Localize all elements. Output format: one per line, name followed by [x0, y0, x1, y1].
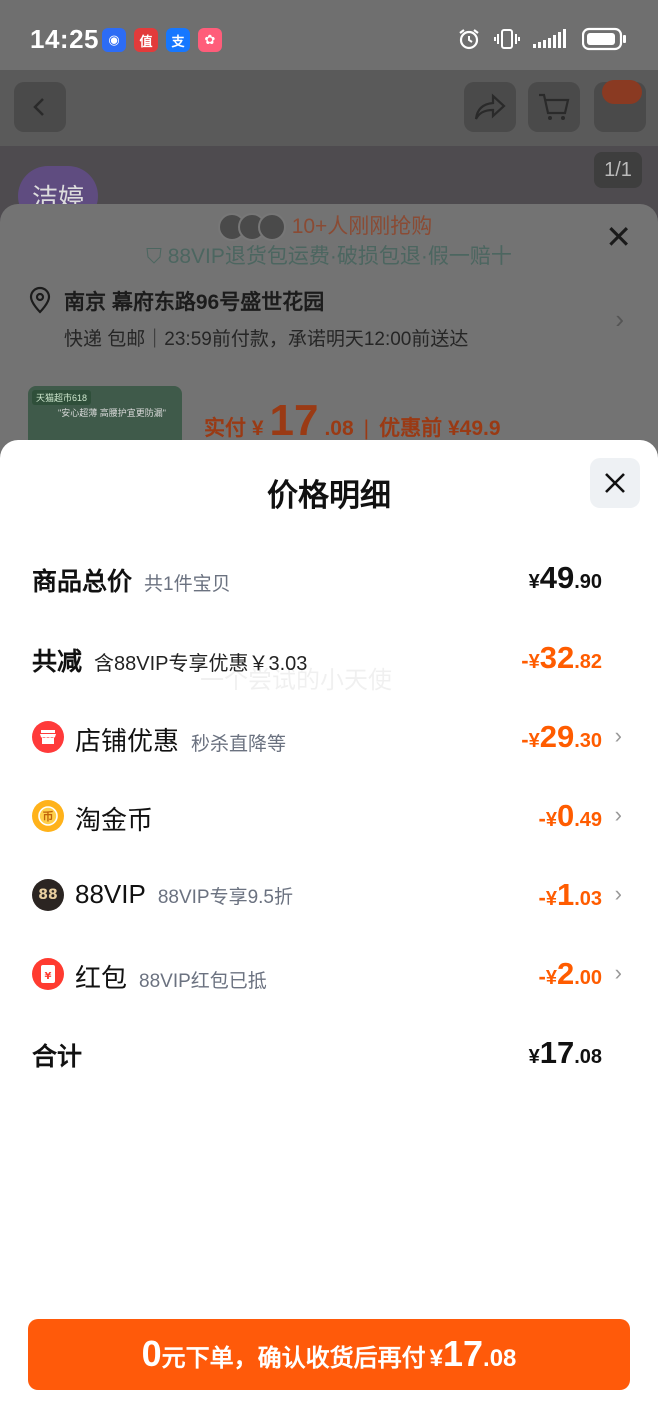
paid-dec: .08	[324, 417, 354, 440]
total-price-row: 商品总价 共1件宝贝 ¥49.90	[0, 554, 658, 604]
svg-text:币: 币	[43, 810, 54, 823]
cart-icon	[539, 93, 570, 120]
address-row[interactable]: 南京 幕府东路96号盛世花园 快递 包邮｜23:59前付款，承诺明天12:00前…	[0, 270, 658, 370]
row-label: 合计	[32, 1043, 83, 1071]
app-icon-blue: ◉	[102, 28, 126, 52]
battery-icon	[582, 26, 628, 52]
chevron-right-icon: ›	[614, 881, 622, 906]
cta-int: 17	[442, 1333, 484, 1374]
row-amount: ¥49.90	[528, 560, 602, 595]
row-label: 商品总价 共1件宝贝	[32, 568, 231, 596]
alarm-icon	[456, 26, 482, 52]
product-thumbnail: 天猫超市618 "安心超薄 高腰护宜更防漏"	[28, 386, 182, 440]
delivery-info: 快递 包邮｜23:59前付款，承诺明天12:00前送达	[64, 329, 469, 350]
close-icon	[605, 473, 625, 493]
place-order-button[interactable]: 0 元下单，确认收货后再付 ¥17.08	[28, 1319, 630, 1390]
buyer-avatars	[217, 213, 286, 242]
paid-price: 实付 ¥17.08 | 优惠前 ¥49.9	[204, 396, 501, 445]
row-amount: - ¥29.30	[521, 719, 602, 754]
cta-text: 元下单，确认收货后再付	[161, 1345, 426, 1372]
notification-badge	[602, 80, 642, 104]
row-sublabel: 共1件宝贝	[144, 574, 231, 595]
red-packet-icon: ¥	[32, 958, 64, 990]
product-summary-row: 天猫超市618 "安心超薄 高腰护宜更防漏" 实付 ¥17.08 | 优惠前 ¥49…	[0, 380, 658, 445]
row-sublabel: 88VIP专享9.5折	[157, 887, 293, 908]
chevron-left-icon	[33, 98, 44, 116]
chevron-right-icon: ›	[614, 802, 622, 827]
thumb-tag: 天猫超市618	[32, 390, 92, 405]
row-sublabel: 88VIP红包已抵	[139, 971, 267, 992]
status-app-icons: ◉ 值 支 ✿	[102, 28, 222, 52]
alipay-icon: 支	[166, 28, 190, 52]
row-amount: - ¥2.00	[538, 956, 602, 991]
order-sheet-close-icon[interactable]: ✕	[605, 218, 632, 256]
row-label: 淘金币	[75, 805, 154, 835]
shield-check-icon: ⛉	[146, 245, 162, 268]
product-nav-bar	[0, 70, 658, 146]
share-button[interactable]	[464, 82, 516, 132]
app-icon-pink: ✿	[198, 28, 222, 52]
image-page-indicator: 1/1	[594, 152, 642, 188]
chevron-right-icon: ›	[614, 723, 622, 748]
row-amount: - ¥0.49	[538, 798, 602, 833]
more-button[interactable]	[594, 80, 646, 132]
row-sublabel: 秒杀直降等	[191, 734, 287, 755]
watermark: 一个尝试的小天使	[200, 667, 392, 694]
shop-discount-row[interactable]: 店铺优惠 秒杀直降等 - ¥29.30 ›	[0, 713, 658, 763]
thumb-text: "安心超薄 高腰护宜更防漏"	[58, 408, 166, 418]
shop-icon	[32, 721, 64, 753]
cart-button[interactable]	[528, 82, 580, 132]
row-amount: ¥17.08	[528, 1035, 602, 1070]
price-detail-sheet: 价格明细 商品总价 共1件宝贝 ¥49.90 共减 含88VIP专享优惠￥3.03 …	[0, 440, 658, 1416]
coin-icon: 币	[32, 800, 64, 832]
taojinbi-row[interactable]: 币 淘金币 - ¥0.49 ›	[0, 792, 658, 842]
sheet-title: 价格明细	[267, 478, 391, 513]
vibrate-icon	[494, 26, 520, 52]
vip-discount-row[interactable]: 88 88VIP 88VIP专享9.5折 - ¥1.03 ›	[0, 871, 658, 921]
service-promise: ⛉ 88VIP退货包运费·破损包退·假一赔十	[0, 240, 658, 270]
service-promise-text: 88VIP退货包运费·破损包退·假一赔十	[167, 245, 512, 268]
share-icon	[474, 93, 506, 120]
cta-zero: 0	[141, 1333, 162, 1374]
location-pin-icon	[29, 286, 51, 314]
row-amount: - ¥32.82	[521, 640, 602, 675]
vip-88-icon: 88	[32, 879, 64, 911]
status-time: 14:25	[30, 24, 99, 54]
paid-int: 17	[269, 396, 319, 445]
row-amount: - ¥1.03	[538, 877, 602, 912]
chevron-right-icon: ›	[615, 304, 624, 334]
zhide-icon: 值	[134, 28, 158, 52]
paid-label: 实付 ¥	[204, 417, 264, 440]
row-label: 店铺优惠 秒杀直降等	[75, 726, 287, 756]
status-indicators	[456, 26, 628, 52]
address-title: 南京 幕府东路96号盛世花园	[64, 291, 325, 314]
before-discount-label: 优惠前 ¥49.9	[379, 417, 501, 440]
close-button[interactable]	[590, 458, 640, 508]
status-bar: 14:25 ◉ 值 支 ✿	[0, 0, 658, 70]
grand-total-row: 合计 ¥17.08	[0, 1029, 658, 1079]
cta-dec: .08	[483, 1345, 517, 1372]
back-button[interactable]	[14, 82, 66, 132]
cta-currency: ¥	[429, 1345, 443, 1372]
recent-buyers-text: 10+人刚刚抢购	[291, 215, 433, 238]
recent-buyers: 10+人刚刚抢购	[0, 210, 658, 242]
row-label: 88VIP 88VIP专享9.5折	[75, 879, 293, 909]
signal-icon	[532, 26, 570, 52]
chevron-right-icon: ›	[614, 960, 622, 985]
red-packet-row[interactable]: ¥ 红包 88VIP红包已抵 - ¥2.00 ›	[0, 950, 658, 1000]
row-label: 红包 88VIP红包已抵	[75, 963, 267, 993]
svg-text:¥: ¥	[45, 971, 52, 982]
